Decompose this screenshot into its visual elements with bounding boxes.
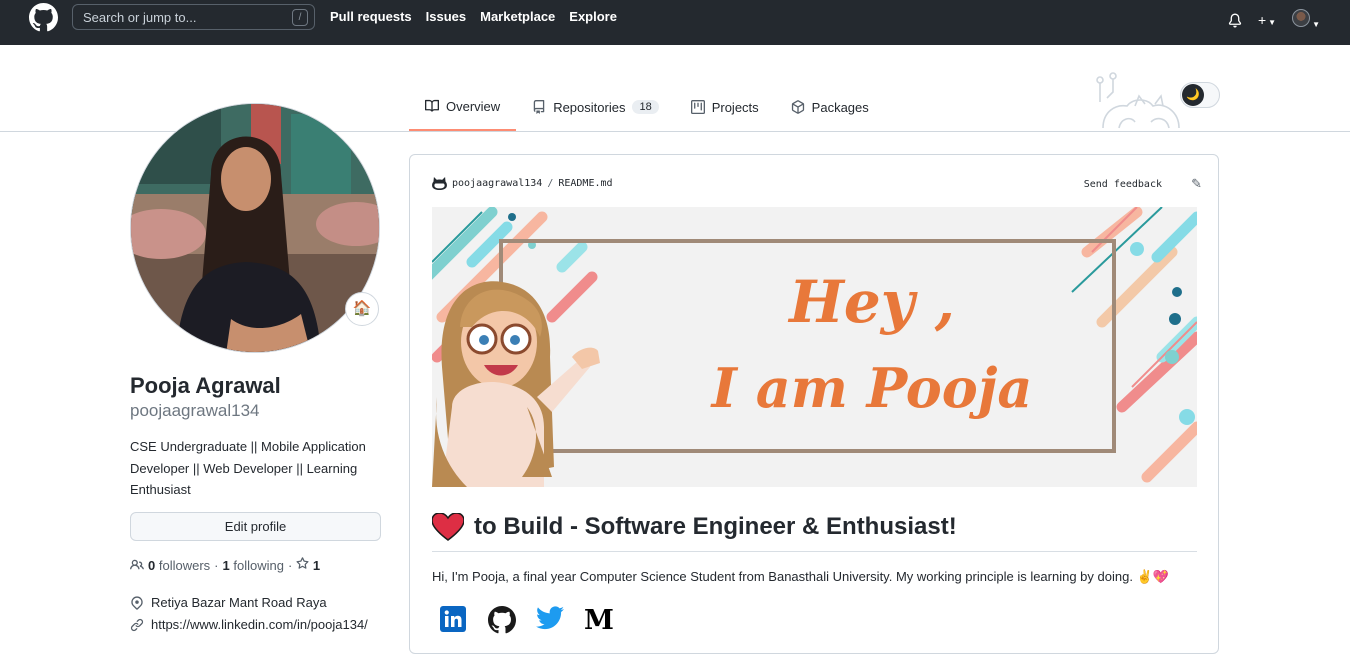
moon-icon: 🌙	[1182, 84, 1204, 106]
send-feedback-link[interactable]: Send feedback	[1084, 179, 1162, 190]
profile-readme-card: poojaagrawal134 / README.md Send feedbac…	[409, 154, 1219, 654]
star-icon	[296, 557, 309, 569]
readme-breadcrumb: poojaagrawal134 / README.md	[432, 177, 613, 190]
avatar-photo	[131, 104, 379, 352]
banner-art: Hey , I am Pooja	[432, 207, 1197, 487]
tab-repositories-label: Repositories	[553, 99, 626, 115]
followers-count: 0	[148, 557, 156, 573]
nav-issues[interactable]: Issues	[426, 9, 466, 24]
followers-link[interactable]: 0 followers	[148, 558, 210, 573]
github-icon[interactable]	[488, 606, 516, 634]
profile-website: https://www.linkedin.com/in/pooja134/	[130, 617, 368, 632]
nav-marketplace[interactable]: Marketplace	[480, 9, 555, 24]
book-icon	[425, 99, 439, 112]
tab-overview[interactable]: Overview	[409, 95, 517, 131]
location-text: Retiya Bazar Mant Road Raya	[151, 595, 327, 610]
banner-text-line2: I am Pooja	[710, 356, 1033, 420]
tab-repositories[interactable]: Repositories 18	[516, 95, 675, 131]
theme-toggle[interactable]: 🌙	[1180, 82, 1220, 108]
tab-packages-label: Packages	[811, 99, 869, 115]
following-count: 1	[222, 557, 230, 573]
github-logo-icon[interactable]	[29, 3, 58, 32]
following-label: following	[233, 557, 284, 573]
profile-username: poojaagrawal134	[130, 401, 260, 420]
tab-projects[interactable]: Projects	[675, 95, 775, 131]
social-links: M	[440, 605, 614, 636]
followers-label: followers	[158, 557, 211, 573]
link-icon	[130, 618, 144, 631]
plus-icon: +	[1257, 11, 1267, 28]
chevron-down-icon: ▼	[1312, 20, 1320, 29]
heart-icon	[432, 513, 464, 541]
readme-heading: to Build - Software Engineer & Enthusias…	[432, 513, 1197, 552]
readme-file-link[interactable]: README.md	[558, 178, 612, 189]
pencil-icon[interactable]: ✎	[1191, 176, 1202, 192]
separator-dot: ·	[287, 557, 293, 573]
readme-heading-text: to Build - Software Engineer & Enthusias…	[474, 513, 957, 540]
chevron-down-icon: ▼	[1268, 17, 1277, 27]
global-nav: Pull requests Issues Marketplace Explore	[330, 9, 617, 24]
global-header: Search or jump to... / Pull requests Iss…	[0, 0, 1350, 45]
repositories-count-badge: 18	[632, 100, 659, 114]
following-link[interactable]: 1 following	[223, 558, 284, 573]
octocat-doodle-icon	[1096, 72, 1180, 129]
people-icon	[130, 559, 144, 570]
stars-count: 1	[312, 558, 321, 573]
header-actions: + ▼ ▼	[1228, 9, 1320, 32]
website-link[interactable]: https://www.linkedin.com/in/pooja134/	[151, 617, 368, 632]
svg-text:M: M	[584, 606, 614, 632]
create-new-button[interactable]: + ▼	[1258, 12, 1276, 30]
follow-stats: 0 followers · 1 following · 1	[130, 557, 320, 573]
separator-dot: ·	[214, 557, 219, 573]
tab-overview-label: Overview	[446, 98, 501, 114]
search-shortcut-key: /	[292, 9, 308, 26]
stars-link[interactable]: 1	[296, 557, 320, 573]
banner-text-line1: Hey ,	[787, 268, 955, 336]
linkedin-icon[interactable]	[440, 606, 468, 634]
readme-banner-image: Hey , I am Pooja	[432, 207, 1197, 487]
breadcrumb-separator: /	[547, 178, 554, 189]
profile-name: Pooja Agrawal	[130, 373, 281, 398]
profile-bio: CSE Undergraduate || Mobile Application …	[130, 439, 366, 497]
house-icon: 🏠	[352, 300, 372, 317]
profile-tabs: Overview Repositories 18 Projects Packag…	[409, 95, 885, 131]
location-icon	[131, 595, 143, 610]
twitter-icon[interactable]	[536, 606, 564, 634]
search-placeholder: Search or jump to...	[83, 10, 197, 25]
package-icon	[791, 100, 804, 114]
profile-avatar[interactable]	[130, 103, 380, 353]
octocat-icon	[432, 177, 447, 190]
readme-intro-text: Hi, I'm Pooja, a final year Computer Sci…	[432, 569, 1169, 584]
tab-packages[interactable]: Packages	[775, 95, 885, 131]
readme-owner-link[interactable]: poojaagrawal134	[452, 178, 542, 189]
nav-pull-requests[interactable]: Pull requests	[330, 9, 412, 24]
project-icon	[690, 100, 705, 114]
edit-profile-button[interactable]: Edit profile	[130, 512, 381, 541]
bell-icon[interactable]	[1228, 13, 1242, 28]
repo-icon	[533, 100, 545, 114]
avatar	[1292, 9, 1311, 27]
search-input[interactable]: Search or jump to... /	[72, 4, 315, 30]
profile-location: Retiya Bazar Mant Road Raya	[130, 595, 327, 610]
medium-icon[interactable]: M	[584, 605, 614, 636]
nav-explore[interactable]: Explore	[569, 9, 617, 24]
tab-projects-label: Projects	[711, 99, 759, 115]
user-menu-button[interactable]: ▼	[1292, 9, 1320, 32]
status-emoji-button[interactable]: 🏠	[345, 292, 379, 326]
